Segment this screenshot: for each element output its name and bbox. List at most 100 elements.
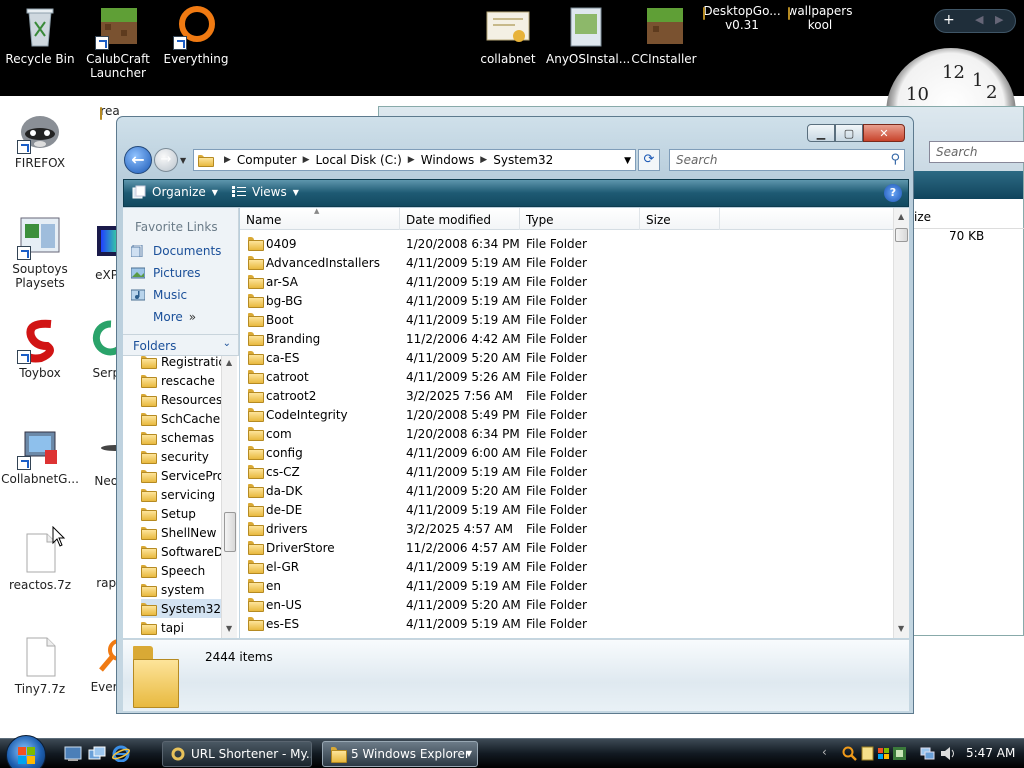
scroll-up-arrow[interactable]: ▲ (226, 358, 232, 367)
address-bar[interactable]: ▶ Computer ▶ Local Disk (C:) ▶ Windows ▶… (193, 149, 636, 171)
desktop-icon-anyosinstaller[interactable]: AnyOSInstal... (546, 4, 630, 66)
views-button[interactable]: Views ▼ (232, 185, 299, 199)
table-row[interactable]: de-DE 4/11/2009 5:19 AM File Folder (240, 500, 893, 519)
show-desktop-icon[interactable] (64, 745, 82, 762)
search-icon[interactable]: ⚲ (890, 152, 900, 167)
tree-item[interactable]: Resources (141, 390, 221, 409)
scroll-up-arrow[interactable]: ▲ (898, 212, 904, 221)
background-size-header[interactable]: ize (914, 207, 1024, 229)
table-row[interactable]: ca-ES 4/11/2009 5:20 AM File Folder (240, 348, 893, 367)
table-row[interactable]: es-ES 4/11/2009 5:19 AM File Folder (240, 614, 893, 633)
desktop-icon-firefox[interactable]: FIREFOX (0, 108, 80, 170)
table-row[interactable]: 0409 1/20/2008 6:34 PM File Folder (240, 234, 893, 253)
add-gadget-icon[interactable]: + (943, 12, 955, 28)
table-row[interactable]: da-DK 4/11/2009 5:20 AM File Folder (240, 481, 893, 500)
desktop-icon-wallpapers-kool[interactable]: wallpapers kool (780, 4, 860, 32)
refresh-button[interactable]: ⟳ (638, 149, 660, 171)
tree-item[interactable]: system (141, 580, 221, 599)
breadcrumb-windows[interactable]: Windows (421, 153, 475, 167)
notes-tray-icon[interactable] (860, 746, 875, 761)
tree-item[interactable]: SchCache (141, 409, 221, 428)
table-row[interactable]: AdvancedInstallers 4/11/2009 5:19 AM File … (240, 253, 893, 272)
table-row[interactable]: catroot 4/11/2009 5:26 AM File Folder (240, 367, 893, 386)
desktop-icon-ccinstaller[interactable]: CCInstaller (624, 4, 704, 66)
table-row[interactable]: com 1/20/2008 6:34 PM File Folder (240, 424, 893, 443)
tree-item[interactable]: Speech (141, 561, 221, 580)
tree-item[interactable]: SoftwareD (141, 542, 221, 561)
breadcrumb-separator[interactable]: ▶ (224, 155, 231, 165)
desktop-icon-tiny7-7z[interactable]: Tiny7.7z (0, 634, 80, 696)
desktop-icon-calubcraft-launcher[interactable]: CalubCraft Launcher (78, 4, 158, 80)
help-icon[interactable]: ? (884, 184, 902, 202)
table-row[interactable]: ar-SA 4/11/2009 5:19 AM File Folder (240, 272, 893, 291)
explorer-window[interactable]: ▁ ▢ ✕ ← → ▼ ▶ Computer ▶ Local Disk (C:)… (116, 116, 914, 714)
table-row[interactable]: Branding 11/2/2006 4:42 AM File Folder (240, 329, 893, 348)
tree-item[interactable]: security (141, 447, 221, 466)
scrollbar-thumb[interactable] (224, 512, 236, 552)
file-list-scrollbar[interactable]: ▲ ▼ (893, 208, 909, 638)
column-header-size[interactable]: Size (640, 208, 720, 230)
close-button[interactable]: ✕ (863, 124, 905, 142)
internet-explorer-icon[interactable] (112, 745, 130, 762)
column-header-type[interactable]: Type (520, 208, 640, 230)
breadcrumb-separator[interactable]: ▶ (480, 155, 487, 165)
breadcrumb-local-disk[interactable]: Local Disk (C:) (316, 153, 402, 167)
table-row[interactable]: DriverStore 11/2/2006 4:57 AM File Folder (240, 538, 893, 557)
group-dropdown-icon[interactable]: ▼ (466, 749, 472, 758)
table-row[interactable]: Boot 4/11/2009 5:19 AM File Folder (240, 310, 893, 329)
tree-item[interactable]: schemas (141, 428, 221, 447)
scroll-down-arrow[interactable]: ▼ (226, 624, 232, 633)
table-row[interactable]: en-US 4/11/2009 5:20 AM File Folder (240, 595, 893, 614)
chevron-right-icon[interactable]: ▶ (995, 13, 1003, 26)
organize-button[interactable]: Organize ▼ (132, 185, 218, 199)
table-row[interactable]: drivers 3/2/2025 4:57 AM File Folder (240, 519, 893, 538)
column-header-name[interactable]: Name ▲ (240, 207, 400, 230)
table-row[interactable]: bg-BG 4/11/2009 5:19 AM File Folder (240, 291, 893, 310)
taskbar-clock[interactable]: 5:47 AM (966, 746, 1015, 760)
maximize-button[interactable]: ▢ (835, 124, 863, 142)
minimize-button[interactable]: ▁ (807, 124, 835, 142)
breadcrumb-separator[interactable]: ▶ (303, 155, 310, 165)
breadcrumb-separator[interactable]: ▶ (408, 155, 415, 165)
favorite-link-pictures[interactable]: Pictures (131, 266, 201, 280)
folders-header[interactable]: Folders ⌄ (123, 334, 239, 356)
favorite-link-more[interactable]: More » (153, 310, 196, 324)
start-button[interactable] (6, 735, 46, 768)
desktop-icon-souptoys-playsets[interactable]: Souptoys Playsets (0, 214, 80, 290)
forward-button[interactable]: → (154, 148, 178, 172)
volume-icon[interactable] (940, 746, 955, 761)
sidebar-gadget-controls[interactable]: + ◀ ▶ (934, 9, 1016, 33)
folder-tree-scrollbar[interactable]: ▲ ▼ (221, 356, 237, 638)
chevron-left-icon[interactable]: ◀ (975, 13, 983, 26)
table-row[interactable]: cs-CZ 4/11/2009 5:19 AM File Folder (240, 462, 893, 481)
tree-item[interactable]: servicing (141, 485, 221, 504)
column-header-date-modified[interactable]: Date modified (400, 208, 520, 230)
tree-item[interactable]: tapi (141, 618, 221, 637)
desktop-icon-collabnetg[interactable]: CollabnetG... (0, 424, 80, 486)
desktop-icon-everything[interactable]: Everything (156, 4, 236, 66)
favorite-link-documents[interactable]: Documents (131, 244, 221, 258)
background-search-input[interactable]: Search (929, 141, 1024, 163)
desktop-icon-reactos-7z[interactable]: reactos.7z (0, 530, 80, 592)
search-input[interactable]: Search ⚲ (669, 149, 905, 171)
table-row[interactable]: config 4/11/2009 6:00 AM File Folder (240, 443, 893, 462)
security-shield-icon[interactable] (892, 746, 907, 761)
tree-item[interactable]: rescache (141, 371, 221, 390)
tree-item[interactable]: Registratic (141, 356, 221, 371)
scroll-down-arrow[interactable]: ▼ (898, 624, 904, 633)
tree-item[interactable]: Setup (141, 504, 221, 523)
table-row[interactable]: el-GR 4/11/2009 5:19 AM File Folder (240, 557, 893, 576)
tree-item[interactable]: ServicePro (141, 466, 221, 485)
address-dropdown-icon[interactable]: ▼ (624, 156, 631, 166)
search-tray-icon[interactable] (842, 746, 857, 761)
network-icon[interactable] (920, 746, 935, 761)
favorite-link-music[interactable]: Music (131, 288, 187, 302)
desktop-icon-recycle-bin[interactable]: Recycle Bin (0, 4, 80, 66)
desktop-icon-desktopgo[interactable]: DesktopGo... v0.31 (702, 4, 782, 32)
tray-expand-icon[interactable]: ‹ (822, 745, 827, 759)
scrollbar-thumb[interactable] (895, 228, 908, 242)
taskbar-url-shortener-button[interactable]: URL Shortener - My... (162, 741, 312, 767)
table-row[interactable]: catroot2 3/2/2025 7:56 AM File Folder (240, 386, 893, 405)
tree-item[interactable]: System32 (141, 599, 221, 618)
table-row[interactable]: en 4/11/2009 5:19 AM File Folder (240, 576, 893, 595)
